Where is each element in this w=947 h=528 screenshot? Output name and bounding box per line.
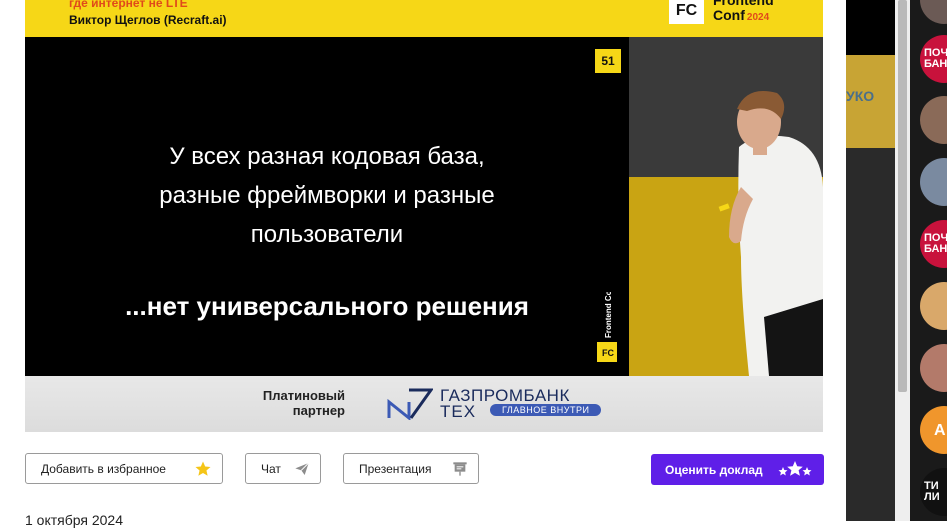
rate-talk-button[interactable]: Оценить доклад xyxy=(651,454,824,485)
rate-label: Оценить доклад xyxy=(665,462,763,477)
chat-button[interactable]: Чат xyxy=(245,453,321,484)
scrollbar-thumb[interactable] xyxy=(898,0,907,392)
rating-stars-icon xyxy=(778,461,812,476)
sidebar-avatar[interactable]: А xyxy=(920,406,947,454)
video-player[interactable]: 51 У всех разная кодовая база, разные фр… xyxy=(25,37,823,376)
adjacent-panel-banner: УКО xyxy=(846,55,895,148)
paper-plane-icon xyxy=(295,462,310,475)
speaker-video-frame xyxy=(629,37,823,376)
chat-label: Чат xyxy=(261,461,281,476)
presentation-board-icon xyxy=(453,462,467,476)
conf-year: 2024 xyxy=(746,12,770,23)
svg-text:FC: FC xyxy=(602,348,614,358)
gazprombank-logo-icon xyxy=(387,388,433,420)
presentation-button[interactable]: Презентация xyxy=(343,453,479,484)
sidebar-avatar[interactable] xyxy=(920,0,947,24)
channel-sidebar: ПОЧ БАН ПОЧ БАН А ТИ ЛИ xyxy=(910,0,947,521)
sidebar-avatar[interactable]: ПОЧ БАН xyxy=(920,35,947,83)
banner-subtitle: где интернет не LTE xyxy=(69,0,188,10)
sponsor-banner: Платиновый партнер ГАЗПРОМБАНК ТЕХ ГЛАВН… xyxy=(25,376,823,432)
sponsor-tagline: ГЛАВНОЕ ВНУТРИ xyxy=(490,404,602,416)
banner-speaker: Виктор Щеглов (Recraft.ai) xyxy=(69,13,227,27)
adjacent-panel-body xyxy=(846,148,895,521)
favorite-label: Добавить в избранное xyxy=(41,461,166,476)
conf-name-line2: Conf 2024 xyxy=(713,7,769,23)
sidebar-avatar-label: ТИ ЛИ xyxy=(924,480,940,503)
sidebar-avatar[interactable] xyxy=(920,96,947,144)
adjacent-panel-top xyxy=(846,0,895,55)
sidebar-avatar[interactable]: ПОЧ БАН xyxy=(920,220,947,268)
sidebar-avatar[interactable] xyxy=(920,158,947,206)
talk-date: 1 октября 2024 xyxy=(25,512,123,528)
conf-logo: FC xyxy=(669,0,704,24)
sidebar-avatar-label: ПОЧ БАН xyxy=(924,47,947,70)
add-to-favorites-button[interactable]: Добавить в избранное xyxy=(25,453,223,484)
adjacent-panel-text: УКО xyxy=(846,88,875,104)
presentation-label: Презентация xyxy=(359,461,432,476)
sponsor-brand-line2: ТЕХ xyxy=(440,402,477,421)
slide-bold-text: ...нет универсального решения xyxy=(125,291,529,321)
sidebar-avatar[interactable] xyxy=(920,282,947,330)
sidebar-avatar[interactable]: ТИ ЛИ xyxy=(920,468,947,516)
sidebar-avatar-label: А xyxy=(934,421,946,439)
conf-vertical-logo: FC Frontend Conf xyxy=(597,292,617,362)
sponsor-label: Платиновый партнер xyxy=(262,388,345,418)
sidebar-avatar[interactable] xyxy=(920,344,947,392)
star-icon xyxy=(195,461,211,476)
slide-number: 51 xyxy=(595,49,621,73)
adjacent-panel: УКО xyxy=(846,0,910,521)
svg-text:Frontend Conf: Frontend Conf xyxy=(604,292,613,338)
video-title-banner: где интернет не LTE Виктор Щеглов (Recra… xyxy=(25,0,823,37)
sidebar-avatar-label: ПОЧ БАН xyxy=(924,232,947,255)
slide-text: У всех разная кодовая база, разные фрейм… xyxy=(159,143,495,248)
conf-name: Conf xyxy=(713,7,745,23)
